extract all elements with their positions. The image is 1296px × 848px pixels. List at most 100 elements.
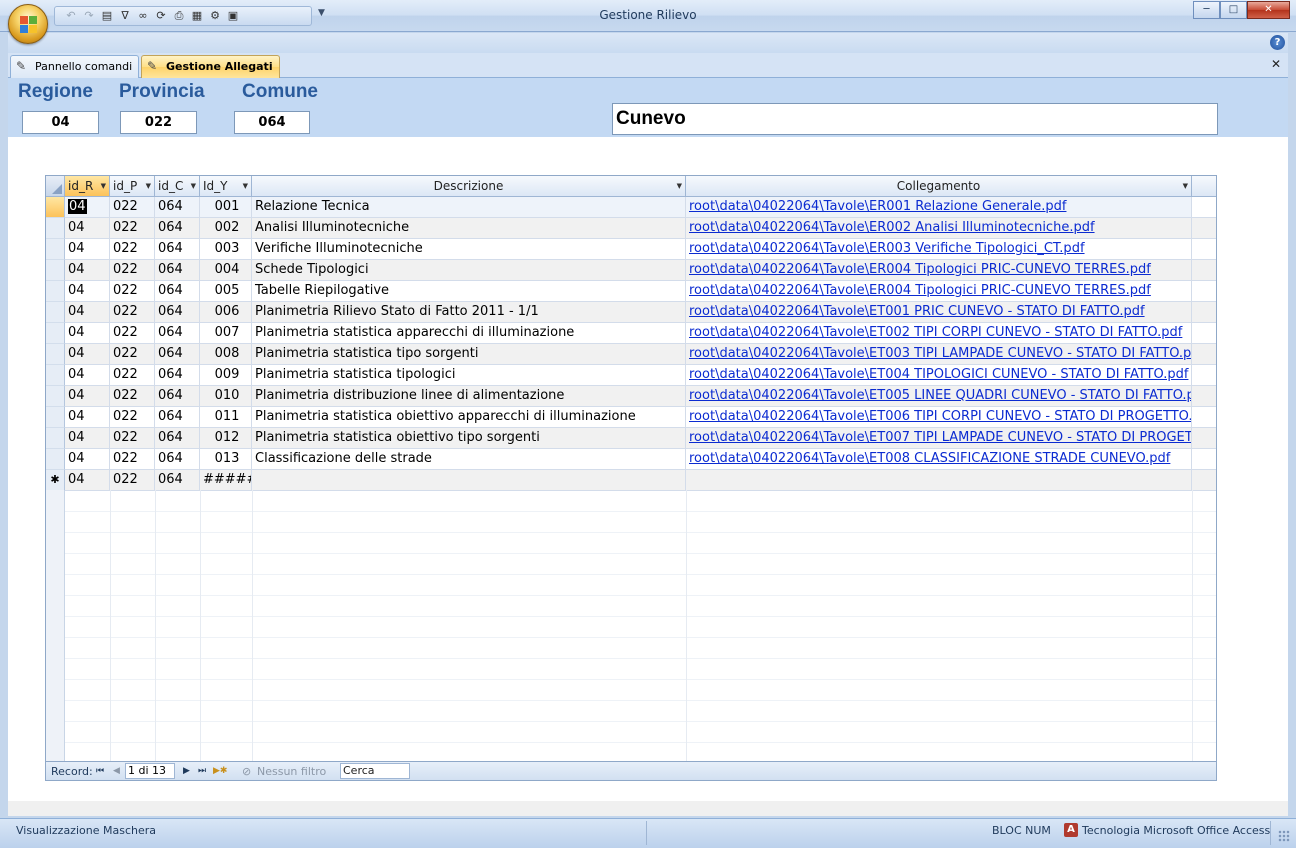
cell-descrizione[interactable]: Planimetria statistica apparecchi di ill… <box>252 323 686 344</box>
column-header-add[interactable] <box>1192 176 1216 197</box>
cell-id-p[interactable]: 022 <box>110 218 155 239</box>
file-link[interactable]: root\data\04022064\Tavole\ET008 CLASSIFI… <box>689 451 1170 466</box>
cell-id-r[interactable]: 04 <box>65 218 110 239</box>
provincia-field[interactable]: 022 <box>120 111 197 134</box>
file-link[interactable]: root\data\04022064\Tavole\ER004 Tipologi… <box>689 283 1151 298</box>
cell-id-p[interactable]: 022 <box>110 365 155 386</box>
cell-extra[interactable] <box>1192 197 1216 218</box>
minimize-button[interactable]: ─ <box>1193 1 1220 19</box>
cell-id-c[interactable]: 064 <box>155 302 200 323</box>
cell-descrizione[interactable]: Planimetria statistica obiettivo apparec… <box>252 407 686 428</box>
cell-id-p[interactable]: 022 <box>110 302 155 323</box>
cell-id-c[interactable]: 064 <box>155 449 200 470</box>
cell-descrizione[interactable]: Schede Tipologici <box>252 260 686 281</box>
cell-collegamento[interactable]: root\data\04022064\Tavole\ET005 LINEE QU… <box>686 386 1192 407</box>
file-link[interactable]: root\data\04022064\Tavole\ET007 TIPI LAM… <box>689 430 1191 445</box>
cell-id-r[interactable]: 04 <box>65 365 110 386</box>
cell-descrizione[interactable]: Planimetria Rilievo Stato di Fatto 2011 … <box>252 302 686 323</box>
cell-id-p[interactable]: 022 <box>110 428 155 449</box>
file-link[interactable]: root\data\04022064\Tavole\ER004 Tipologi… <box>689 262 1151 277</box>
cell-id-r[interactable]: 04 <box>65 407 110 428</box>
comune-name-field[interactable]: Cunevo <box>612 103 1218 135</box>
cell-extra[interactable] <box>1192 218 1216 239</box>
row-selector[interactable] <box>46 386 65 407</box>
new-record-icon[interactable]: ▶✱ <box>213 764 227 779</box>
cell-id-y[interactable]: ####### <box>200 470 252 491</box>
cell-id-y[interactable]: 002 <box>200 218 252 239</box>
cell-descrizione[interactable]: Analisi Illuminotecniche <box>252 218 686 239</box>
cell-id-p[interactable]: 022 <box>110 239 155 260</box>
search-input[interactable]: Cerca <box>340 763 410 779</box>
cell-collegamento[interactable]: root\data\04022064\Tavole\ET007 TIPI LAM… <box>686 428 1192 449</box>
cell-id-r[interactable]: 04 <box>65 302 110 323</box>
tab-gestione-allegati[interactable]: ✎ Gestione Allegati <box>141 55 280 78</box>
close-document-icon[interactable]: ✕ <box>1271 57 1281 71</box>
cell-descrizione[interactable]: Planimetria statistica tipologici <box>252 365 686 386</box>
cell-id-r[interactable]: 04 <box>65 428 110 449</box>
cell-id-r[interactable]: 04 <box>65 239 110 260</box>
record-position-field[interactable]: 1 di 13 <box>125 763 175 779</box>
cell-collegamento[interactable]: root\data\04022064\Tavole\ER001 Relazion… <box>686 197 1192 218</box>
row-selector[interactable] <box>46 239 65 260</box>
cell-id-y[interactable]: 012 <box>200 428 252 449</box>
row-selector[interactable] <box>46 344 65 365</box>
last-record-icon[interactable]: ⏭ <box>198 764 206 779</box>
cell-collegamento[interactable] <box>686 470 1192 491</box>
cell-collegamento[interactable]: root\data\04022064\Tavole\ET001 PRIC CUN… <box>686 302 1192 323</box>
cell-id-r[interactable]: 04 <box>65 386 110 407</box>
file-link[interactable]: root\data\04022064\Tavole\ET002 TIPI COR… <box>689 325 1182 340</box>
cell-descrizione[interactable]: Verifiche Illuminotecniche <box>252 239 686 260</box>
new-record-selector[interactable]: ✱ <box>46 470 65 491</box>
file-link[interactable]: root\data\04022064\Tavole\ER003 Verifich… <box>689 241 1085 256</box>
cell-id-y[interactable]: 006 <box>200 302 252 323</box>
filter-status[interactable]: Nessun filtro <box>257 764 326 779</box>
cell-id-y[interactable]: 001 <box>200 197 252 218</box>
dropdown-arrow-icon[interactable]: ▼ <box>1183 176 1188 196</box>
next-record-icon[interactable]: ▶ <box>183 764 190 779</box>
cell-id-c[interactable]: 064 <box>155 428 200 449</box>
column-header-id-c[interactable]: id_C ▼ <box>155 176 200 197</box>
selected-cell-text[interactable]: 04 <box>68 199 87 214</box>
maximize-button[interactable]: □ <box>1220 1 1247 19</box>
cell-id-p[interactable]: 022 <box>110 281 155 302</box>
row-selector[interactable] <box>46 449 65 470</box>
cell-id-r[interactable]: 04 <box>65 281 110 302</box>
cell-id-p[interactable]: 022 <box>110 197 155 218</box>
cell-id-y[interactable]: 013 <box>200 449 252 470</box>
cell-extra[interactable] <box>1192 407 1216 428</box>
cell-id-r[interactable]: 04 <box>65 323 110 344</box>
cell-descrizione[interactable]: Planimetria statistica obiettivo tipo so… <box>252 428 686 449</box>
dropdown-arrow-icon[interactable]: ▼ <box>146 176 151 196</box>
cell-extra[interactable] <box>1192 344 1216 365</box>
row-selector[interactable] <box>46 197 65 218</box>
cell-id-p[interactable]: 022 <box>110 386 155 407</box>
column-header-descrizione[interactable]: Descrizione ▼ <box>252 176 686 197</box>
cell-id-y[interactable]: 009 <box>200 365 252 386</box>
cell-id-c[interactable]: 064 <box>155 386 200 407</box>
regione-field[interactable]: 04 <box>22 111 99 134</box>
cell-id-c[interactable]: 064 <box>155 407 200 428</box>
cell-collegamento[interactable]: root\data\04022064\Tavole\ET002 TIPI COR… <box>686 323 1192 344</box>
file-link[interactable]: root\data\04022064\Tavole\ET005 LINEE QU… <box>689 388 1191 403</box>
dropdown-arrow-icon[interactable]: ▼ <box>677 176 682 196</box>
cell-id-c[interactable]: 064 <box>155 281 200 302</box>
cell-id-y[interactable]: 004 <box>200 260 252 281</box>
cell-collegamento[interactable]: root\data\04022064\Tavole\ER004 Tipologi… <box>686 281 1192 302</box>
cell-id-p[interactable]: 022 <box>110 260 155 281</box>
cell-id-r[interactable]: 04 <box>65 470 110 491</box>
cell-extra[interactable] <box>1192 323 1216 344</box>
dropdown-arrow-icon[interactable]: ▼ <box>191 176 196 196</box>
file-link[interactable]: root\data\04022064\Tavole\ET001 PRIC CUN… <box>689 304 1145 319</box>
cell-collegamento[interactable]: root\data\04022064\Tavole\ET004 TIPOLOGI… <box>686 365 1192 386</box>
cell-descrizione[interactable]: Planimetria statistica tipo sorgenti <box>252 344 686 365</box>
comune-field[interactable]: 064 <box>234 111 310 134</box>
cell-collegamento[interactable]: root\data\04022064\Tavole\ET008 CLASSIFI… <box>686 449 1192 470</box>
cell-descrizione[interactable]: Tabelle Riepilogative <box>252 281 686 302</box>
close-button[interactable]: ✕ <box>1247 1 1290 19</box>
cell-extra[interactable] <box>1192 386 1216 407</box>
cell-id-y[interactable]: 011 <box>200 407 252 428</box>
column-header-id-p[interactable]: id_P ▼ <box>110 176 155 197</box>
column-header-id-r[interactable]: id_R ▼ <box>65 176 110 197</box>
cell-extra[interactable] <box>1192 470 1216 491</box>
cell-collegamento[interactable]: root\data\04022064\Tavole\ET003 TIPI LAM… <box>686 344 1192 365</box>
